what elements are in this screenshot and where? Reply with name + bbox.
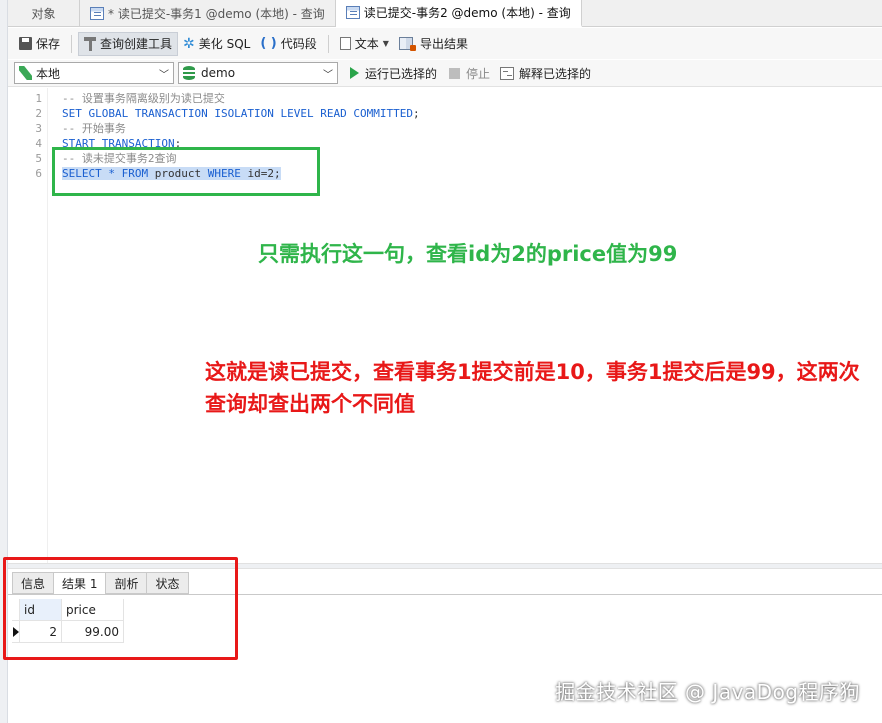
save-label: 保存: [36, 37, 61, 51]
tab-bar: 对象 * 读已提交-事务1 @demo (本地) - 查询 读已提交-事务2 @…: [8, 0, 882, 27]
code-line: 1 -- 设置事务隔离级别为读已提交: [8, 91, 882, 106]
beautify-sql-button[interactable]: ✲ 美化 SQL: [178, 32, 255, 56]
run-selected-label: 运行已选择的: [365, 66, 438, 81]
chevron-down-icon: ﹀: [159, 70, 169, 81]
query-builder-icon: [84, 36, 97, 51]
red-highlight-box: [3, 557, 238, 660]
red-annotation: 这就是读已提交，查看事务1提交前是10，事务1提交后是99，这两次查询却查出两个…: [205, 360, 860, 416]
database-value: demo: [201, 66, 236, 80]
code-snippet-button[interactable]: ( ) 代码段: [255, 32, 321, 56]
toolbar-divider: [327, 34, 329, 53]
text-mode-label: 文本: [354, 37, 379, 51]
query-table-icon: [90, 6, 104, 20]
stop-label: 停止: [466, 66, 491, 81]
code-snippet-label: 代码段: [280, 37, 317, 51]
line-number: 6: [35, 167, 42, 180]
export-results-label: 导出结果: [419, 37, 468, 51]
text-mode-dropdown[interactable]: 文本 ▼: [335, 32, 394, 56]
stop-icon: [449, 67, 461, 79]
green-highlight-box: [52, 147, 320, 196]
explain-plan-icon: [500, 66, 515, 80]
export-icon: [398, 37, 416, 51]
database-icon: [183, 66, 195, 80]
tab-query-transaction1-label: * 读已提交-事务1 @demo (本地) - 查询: [108, 6, 325, 21]
query-builder-label: 查询创建工具: [100, 37, 173, 51]
chevron-down-icon: ﹀: [323, 70, 333, 81]
document-icon: [339, 37, 351, 50]
line-number: 1: [35, 92, 42, 105]
play-icon: [350, 67, 359, 79]
toolbar-divider: [71, 34, 73, 53]
sql-comment: -- 设置事务隔离级别为读已提交: [62, 92, 225, 105]
explain-selected-button[interactable]: 解释已选择的: [500, 65, 591, 82]
save-button[interactable]: 保存: [14, 32, 65, 56]
chevron-down-icon: ▼: [382, 39, 389, 48]
sql-keyword: SET GLOBAL TRANSACTION ISOLATION LEVEL R…: [62, 107, 413, 120]
query-toolbar: 保存 查询创建工具 ✲ 美化 SQL ( ) 代码段 文本 ▼ 导出结果: [8, 28, 882, 59]
query-builder-button[interactable]: 查询创建工具: [78, 31, 179, 56]
line-number: 5: [35, 152, 42, 165]
database-select[interactable]: demo ﹀: [178, 62, 338, 84]
line-number: 2: [35, 107, 42, 120]
green-annotation: 只需执行这一句，查看id为2的price值为99: [258, 242, 678, 266]
code-line: 2 SET GLOBAL TRANSACTION ISOLATION LEVEL…: [8, 106, 882, 121]
tab-objects-label: 对象: [31, 6, 56, 21]
magic-wand-icon: ✲: [183, 35, 195, 52]
export-results-button[interactable]: 导出结果: [394, 32, 473, 56]
query-table-icon: [345, 6, 360, 19]
sql-text: ;: [413, 107, 420, 120]
save-icon: [19, 37, 32, 50]
connection-icon: [19, 66, 32, 80]
run-selected-button[interactable]: 运行已选择的: [350, 65, 437, 82]
tab-query-transaction2-label: 读已提交-事务2 @demo (本地) - 查询: [363, 6, 571, 20]
parentheses-icon: ( ): [260, 36, 277, 51]
tab-query-transaction1[interactable]: * 读已提交-事务1 @demo (本地) - 查询: [80, 0, 336, 26]
watermark: 掘金技术社区 @ JavaDog程序狗: [555, 680, 860, 704]
code-line: 3 -- 开始事务: [8, 121, 882, 136]
explain-selected-label: 解释已选择的: [519, 66, 592, 81]
connection-bar: 本地 ﹀ demo ﹀ 运行已选择的 停止 解释已选择的: [8, 60, 882, 87]
line-number: 3: [35, 122, 42, 135]
tab-query-transaction2[interactable]: 读已提交-事务2 @demo (本地) - 查询: [335, 0, 582, 27]
sql-comment: -- 开始事务: [62, 122, 126, 135]
tab-objects[interactable]: 对象: [8, 0, 80, 26]
connection-value: 本地: [36, 66, 61, 81]
line-number: 4: [35, 137, 42, 150]
beautify-sql-label: 美化 SQL: [198, 37, 251, 51]
stop-button[interactable]: 停止: [449, 65, 490, 82]
connection-select[interactable]: 本地 ﹀: [14, 62, 174, 84]
